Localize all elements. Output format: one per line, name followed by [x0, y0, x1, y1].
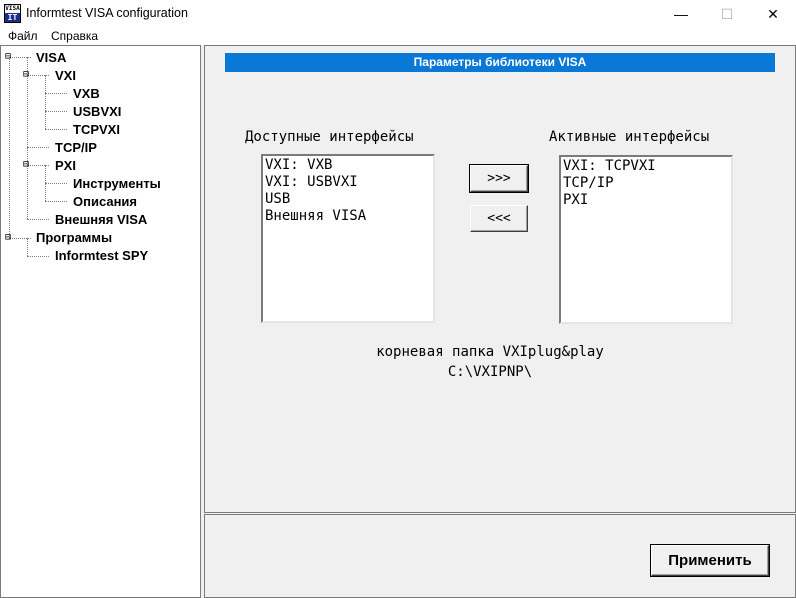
tree-line — [27, 219, 49, 220]
active-interfaces-label: Активные интерфейсы — [549, 129, 710, 145]
list-item[interactable]: VXI: USBVXI — [265, 174, 431, 191]
close-icon: ✕ — [767, 6, 779, 22]
tree-line — [45, 93, 67, 94]
root-folder-label: корневая папка VXIplug&play — [376, 344, 604, 360]
tree-item-external-visa[interactable]: Внешняя VISA — [55, 212, 147, 227]
tree-item-programs[interactable]: Программы — [36, 230, 112, 245]
tree-line — [45, 201, 67, 202]
tree-line — [45, 75, 46, 129]
tree-item-visa[interactable]: VISA — [36, 50, 66, 65]
list-item[interactable]: USB — [265, 191, 431, 208]
tree-item-pxi[interactable]: PXI — [55, 158, 76, 173]
maximize-button[interactable]: ☐ — [704, 0, 750, 28]
tree-line — [45, 111, 67, 112]
available-interfaces-list[interactable]: VXI: VXB VXI: USBVXI USB Внешняя VISA — [261, 154, 435, 323]
tree-item-informtest-spy[interactable]: Informtest SPY — [55, 248, 148, 263]
collapse-icon[interactable]: ⊟ — [23, 160, 29, 170]
tree-item-tcpvxi[interactable]: TCPVXI — [73, 122, 120, 137]
app-logo-top-text: VISA — [5, 5, 20, 12]
minimize-icon: — — [674, 6, 688, 22]
tree-item-vxi[interactable]: VXI — [55, 68, 76, 83]
list-item[interactable]: Внешняя VISA — [265, 208, 431, 225]
tree-line — [9, 57, 10, 238]
tree-item-instruments[interactable]: Инструменты — [73, 176, 161, 191]
tree-line — [45, 129, 67, 130]
app-logo-bottom-text: IT — [5, 13, 20, 22]
list-item[interactable]: TCP/IP — [563, 175, 729, 192]
apply-button[interactable]: Применить — [651, 545, 769, 576]
tree-line — [27, 147, 49, 148]
app-logo-icon: VISA IT — [4, 4, 21, 23]
navigation-tree[interactable]: ⊟ ⊟ ⊟ ⊟ VISA VXI VXB USBVXI TCPVXI TCP/I… — [0, 45, 201, 598]
tree-line — [45, 183, 67, 184]
list-item[interactable]: VXI: VXB — [265, 157, 431, 174]
tree-item-vxb[interactable]: VXB — [73, 86, 100, 101]
collapse-icon[interactable]: ⊟ — [5, 233, 11, 243]
add-interface-button[interactable]: >>> — [470, 165, 528, 192]
menu-bar: Файл Справка — [0, 28, 796, 45]
remove-interface-button[interactable]: <<< — [470, 205, 528, 232]
root-folder-path: C:\VXIPNP\ — [447, 364, 533, 380]
menu-file[interactable]: Файл — [8, 29, 38, 43]
tree-line — [27, 57, 28, 219]
tree-line — [27, 238, 28, 256]
menu-help[interactable]: Справка — [51, 29, 98, 43]
tree-line — [27, 256, 49, 257]
close-button[interactable]: ✕ — [750, 0, 796, 28]
tree-item-tcpip[interactable]: TCP/IP — [55, 140, 97, 155]
tree-item-usbvxi[interactable]: USBVXI — [73, 104, 121, 119]
list-item[interactable]: VXI: TCPVXI — [563, 158, 729, 175]
list-item[interactable]: PXI — [563, 192, 729, 209]
collapse-icon[interactable]: ⊟ — [5, 52, 11, 62]
active-interfaces-list[interactable]: VXI: TCPVXI TCP/IP PXI — [559, 155, 733, 324]
tree-item-descriptions[interactable]: Описания — [73, 194, 137, 209]
window-title: Informtest VISA configuration — [26, 6, 188, 20]
collapse-icon[interactable]: ⊟ — [23, 70, 29, 80]
title-bar: VISA IT Informtest VISA configuration — … — [0, 0, 796, 28]
minimize-button[interactable]: — — [658, 0, 704, 28]
section-header: Параметры библиотеки VISA — [225, 53, 775, 72]
maximize-icon: ☐ — [720, 6, 734, 22]
available-interfaces-label: Доступные интерфейсы — [245, 129, 414, 145]
